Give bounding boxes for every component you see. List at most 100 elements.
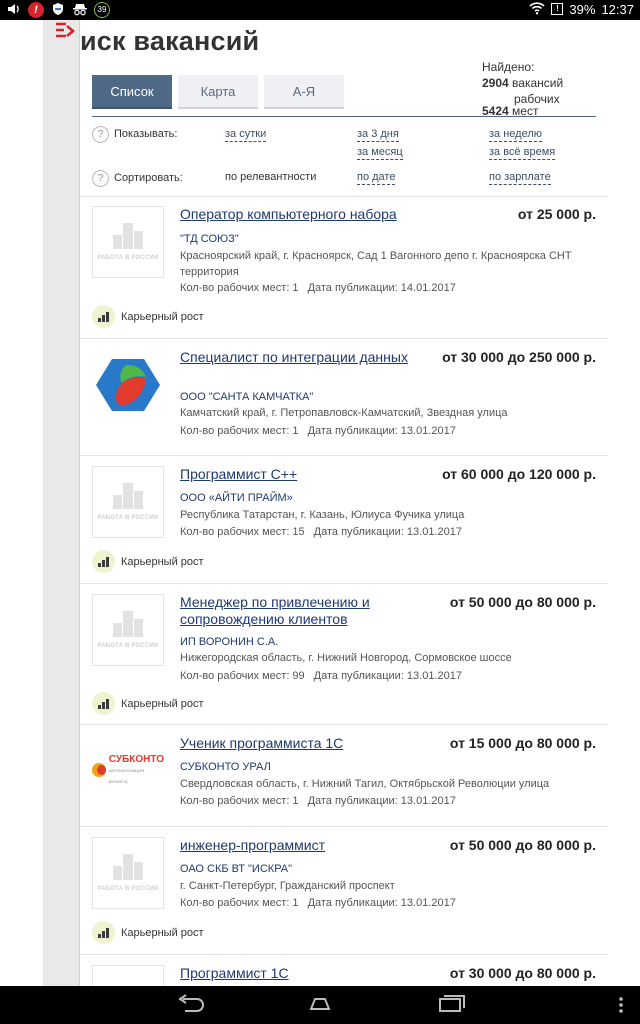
job-meta: Кол-во рабочих мест: 15 Дата публикации: … [180, 526, 462, 538]
company-name: ООО "САНТА КАМЧАТКА" [180, 391, 314, 403]
tab-map[interactable]: Карта [178, 75, 258, 109]
overflow-menu-icon[interactable] [618, 996, 624, 1019]
subkonto-logo-icon [92, 763, 106, 777]
sort-relevance[interactable]: по релевантности [225, 171, 316, 183]
job-title-link[interactable]: Программист С++ [180, 466, 410, 483]
career-badge: Карьерный рост [92, 550, 204, 573]
job-card[interactable]: РАБОТА В РОССИИ Менеджер по привлечению … [80, 584, 608, 725]
job-meta: Кол-во рабочих мест: 1 Дата публикации: 1… [180, 425, 456, 437]
company-name: ИП ВОРОНИН С.А. [180, 636, 279, 648]
recent-apps-icon[interactable] [436, 993, 466, 1020]
divider [92, 116, 596, 117]
sort-salary[interactable]: по зарплате [489, 171, 551, 185]
job-address: Нижегородская область, г. Нижний Новгоро… [180, 652, 512, 664]
home-icon[interactable] [305, 993, 335, 1020]
job-card[interactable]: Специалист по интеграции данных от 30 00… [80, 339, 608, 456]
job-places: Кол-во рабочих мест: 99 [180, 670, 305, 682]
job-date: Дата публикации: 13.01.2017 [307, 795, 456, 807]
company-name: СУБКОНТО УРАЛ [180, 761, 271, 773]
job-salary: от 60 000 до 120 000 р. [442, 466, 596, 482]
job-meta: Кол-во рабочих мест: 1 Дата публикации: 1… [180, 795, 456, 807]
job-card[interactable]: РАБОТА В РОССИИ Оператор компьютерного н… [80, 196, 608, 339]
placeholder-caption: РАБОТА В РОССИИ [97, 643, 159, 649]
job-salary: от 30 000 до 80 000 р. [449, 965, 596, 981]
filter-all-time[interactable]: за всё время [489, 146, 556, 160]
job-address: г. Санкт-Петербург, Гражданский проспект [180, 880, 395, 892]
company-name: "ТД СОЮЗ" [180, 233, 239, 245]
job-card[interactable]: РАБОТА В РОССИИ инженер-программист от 5… [80, 827, 608, 955]
clock: 12:37 [601, 1, 634, 17]
company-logo [92, 349, 164, 421]
found-summary: Найдено: 2904 вакансий рабочих 5424 мест [482, 59, 563, 119]
company-name: ОАО СКБ ВТ "ИСКРА" [180, 863, 293, 875]
job-title-link[interactable]: Специалист по интеграции данных [180, 349, 410, 366]
back-icon[interactable] [175, 993, 205, 1020]
sort-date[interactable]: по дате [357, 171, 396, 185]
navigation-bar [0, 986, 640, 1024]
incognito-icon [72, 2, 88, 18]
company-logo-placeholder: РАБОТА В РОССИИ [92, 466, 164, 538]
filter-3days[interactable]: за 3 дня [357, 128, 399, 142]
filter-day[interactable]: за сутки [225, 128, 267, 142]
job-salary: от 50 000 до 80 000 р. [449, 837, 596, 853]
job-title-link[interactable]: Программист 1С [180, 965, 410, 982]
job-meta: Кол-во рабочих мест: 99 Дата публикации: … [180, 670, 462, 682]
job-meta: Кол-во рабочих мест: 1 Дата публикации: 1… [180, 897, 456, 909]
job-title-link[interactable]: Ученик программиста 1С [180, 735, 410, 752]
app-notification-icon: ! [28, 2, 44, 18]
filter-month[interactable]: за месяц [357, 146, 403, 160]
job-title-link[interactable]: Оператор компьютерного набора [180, 206, 410, 223]
job-card[interactable]: СУБКОНТО АВТОМАТИЗАЦИЯ БИЗНЕСА Ученик про… [80, 725, 608, 827]
career-badge: Карьерный рост [92, 921, 204, 944]
career-growth-icon [92, 550, 115, 573]
job-card[interactable]: Программист 1С от 30 000 до 80 000 р. [80, 955, 608, 986]
help-icon[interactable]: ? [92, 170, 109, 187]
battery-percent: 39% [569, 1, 596, 17]
job-salary: от 50 000 до 80 000 р. [449, 594, 596, 610]
subkonto-logo-subtext: АВТОМАТИЗАЦИЯ БИЗНЕСА [108, 767, 145, 784]
placeholder-caption: РАБОТА В РОССИИ [97, 255, 159, 261]
career-growth-icon [92, 921, 115, 944]
job-places: Кол-во рабочих мест: 1 [180, 282, 299, 294]
help-icon[interactable]: ? [92, 126, 109, 143]
show-label: Показывать: [114, 128, 178, 140]
job-date: Дата публикации: 13.01.2017 [307, 897, 456, 909]
notification-count-badge: 39 [94, 2, 110, 18]
company-logo-placeholder: РАБОТА В РОССИИ [92, 594, 164, 666]
sort-label: Сортировать: [114, 172, 183, 184]
status-bar: ! 39 ! 39% 12:37 [0, 0, 640, 20]
job-date: Дата публикации: 13.01.2017 [313, 526, 462, 538]
job-salary: от 25 000 р. [517, 206, 596, 222]
job-salary: от 15 000 до 80 000 р. [449, 735, 596, 751]
wifi-icon [529, 1, 545, 17]
job-title-link[interactable]: инженер-программист [180, 837, 410, 854]
found-label: Найдено: [482, 60, 535, 74]
vacancies-word: вакансий [512, 76, 564, 90]
job-address: Республика Татарстан, г. Казань, Юлиуса … [180, 509, 465, 521]
job-meta: Кол-во рабочих мест: 1 Дата публикации: 1… [180, 282, 456, 294]
left-margin [0, 20, 44, 986]
tab-alphabet[interactable]: А-Я [264, 75, 344, 109]
job-places: Кол-во рабочих мест: 1 [180, 897, 299, 909]
volume-icon [6, 2, 22, 18]
company-logo-placeholder: РАБОТА В РОССИИ [92, 837, 164, 909]
side-menu-stripe[interactable] [44, 20, 80, 986]
subkonto-logo-text: СУБКОНТО [108, 753, 164, 765]
vacancies-count: 2904 [482, 76, 509, 90]
company-logo-placeholder: РАБОТА В РОССИИ [92, 206, 164, 278]
job-address: Свердловская область, г. Нижний Тагил, О… [180, 778, 550, 790]
filter-week[interactable]: за неделю [489, 128, 543, 142]
menu-logo-icon[interactable] [54, 22, 76, 45]
career-badge-label: Карьерный рост [121, 926, 204, 939]
job-places: Кол-во рабочих мест: 15 [180, 526, 305, 538]
view-tabs: Список Карта А-Я [92, 75, 344, 109]
job-address: Камчатский край, г. Петропавловск-Камчат… [180, 407, 508, 419]
career-badge-label: Карьерный рост [121, 697, 204, 710]
job-title-link[interactable]: Менеджер по привлечению и сопровождению … [180, 594, 410, 628]
company-logo-placeholder [92, 965, 164, 986]
job-card[interactable]: РАБОТА В РОССИИ Программист С++ от 60 00… [80, 456, 608, 584]
job-places: Кол-во рабочих мест: 1 [180, 795, 299, 807]
job-date: Дата публикации: 13.01.2017 [313, 670, 462, 682]
battery-alert-icon: ! [551, 3, 564, 15]
tab-list[interactable]: Список [92, 75, 172, 109]
